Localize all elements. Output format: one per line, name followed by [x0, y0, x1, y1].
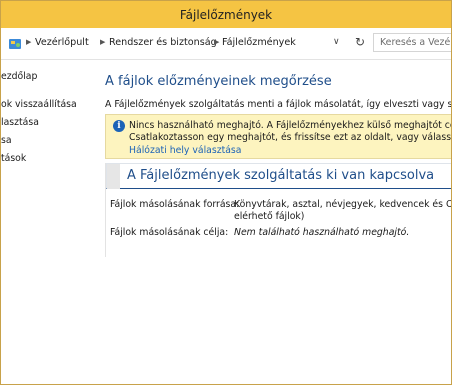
sidebar-item-select-drive[interactable]: lasztása	[1, 117, 39, 128]
sidebar-item-exclude[interactable]: sa	[1, 135, 12, 146]
control-panel-icon	[9, 39, 21, 49]
file-history-window: Fájlelőzmények ▶ Vezérlőpult ▶ Rendszer …	[0, 0, 452, 385]
warning-text-line1: Nincs használható meghajtó. A Fájlelőzmé…	[129, 120, 451, 131]
title-bar: Fájlelőzmények	[1, 1, 451, 28]
breadcrumb-file-history[interactable]: Fájlelőzmények	[222, 37, 296, 48]
target-label: Fájlok másolásának célja:	[110, 227, 229, 238]
sidebar-item-restore[interactable]: ok visszaállítása	[1, 99, 77, 110]
status-title: A Fájlelőzmények szolgáltatás ki van kap…	[127, 168, 435, 183]
chevron-right-icon: ▶	[100, 38, 106, 46]
breadcrumb-system-security[interactable]: Rendszer és biztonság	[109, 37, 217, 48]
sidebar-item-home[interactable]: ezdőlap	[1, 71, 37, 82]
page-description: A Fájlelőzmények szolgáltatás menti a fá…	[105, 99, 452, 110]
status-indicator-bar	[107, 164, 120, 189]
source-label: Fájlok másolásának forrása:	[110, 199, 240, 210]
warning-text-line2: Csatlakoztasson egy meghajtót, és frissí…	[129, 132, 452, 143]
chevron-right-icon: ▶	[214, 38, 220, 46]
select-network-location-link[interactable]: Hálózati hely választása	[129, 145, 241, 156]
status-panel-header: A Fájlelőzmények szolgáltatás ki van kap…	[106, 163, 451, 189]
window-title: Fájlelőzmények	[179, 7, 273, 22]
search-input[interactable]: Keresés a Vezérlőpulton	[373, 33, 451, 52]
target-value: Nem található használható meghajtó.	[234, 227, 410, 238]
source-value-line1: Könyvtárak, asztal, névjegyek, kedvencek…	[234, 199, 451, 210]
page-title: A fájlok előzményeinek megőrzése	[105, 74, 332, 89]
sidebar-item-settings[interactable]: tások	[1, 153, 26, 164]
breadcrumb-control-panel[interactable]: Vezérlőpult	[35, 37, 89, 48]
chevron-right-icon: ▶	[26, 38, 32, 46]
address-bar[interactable]: ▶ Vezérlőpult ▶ Rendszer és biztonság ▶ …	[1, 28, 451, 60]
source-value-line2: elérhető fájlok)	[234, 211, 305, 222]
warning-banner: i Nincs használható meghajtó. A Fájlelőz…	[105, 114, 452, 159]
status-panel: A Fájlelőzmények szolgáltatás ki van kap…	[105, 163, 451, 257]
refresh-icon[interactable]: ↻	[355, 35, 365, 49]
info-icon: i	[113, 120, 125, 132]
chevron-down-icon[interactable]: ∨	[333, 37, 340, 47]
